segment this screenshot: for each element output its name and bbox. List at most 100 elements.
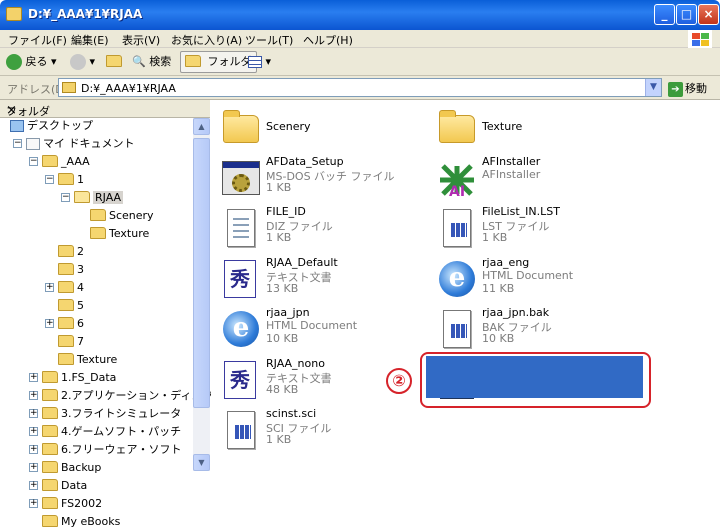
folder-icon: [42, 515, 58, 527]
up-folder-button[interactable]: [106, 51, 125, 73]
tree-item[interactable]: − マイ ドキュメント: [13, 135, 135, 153]
file-item[interactable]: 秀 RJAA_nono テキスト文書 48 KB: [213, 355, 413, 405]
folder-icon: [6, 7, 22, 21]
collapse-icon[interactable]: −: [29, 157, 38, 166]
folder-icon: [90, 209, 106, 221]
tree-item[interactable]: +4: [45, 279, 84, 297]
tree-item[interactable]: 7: [58, 333, 84, 351]
file-type: AFInstaller: [482, 167, 541, 181]
tree-item[interactable]: My eBooks: [42, 513, 120, 531]
expand-icon[interactable]: +: [29, 427, 38, 436]
folders-button[interactable]: フォルダ: [180, 51, 257, 73]
tree-item[interactable]: +6.フリーウェア・ソフト: [29, 441, 182, 459]
tree-item[interactable]: +1.FS_Data: [29, 369, 116, 387]
tree-item[interactable]: +2.アプリケーション・ディスク: [29, 387, 214, 405]
text-icon: 秀: [221, 360, 261, 400]
folder-icon: [221, 107, 261, 147]
file-item[interactable]: AI AFInstaller AFInstaller: [429, 153, 629, 203]
title-bar[interactable]: D:¥_AAA¥1¥RJAA _ □ ×: [0, 0, 720, 30]
go-arrow-icon: ➔: [668, 81, 683, 97]
file-item[interactable]: Scenery: [213, 102, 413, 152]
scroll-down-button[interactable]: ▼: [193, 454, 210, 471]
folder-icon: [58, 263, 74, 275]
file-name: Scenery: [266, 120, 311, 133]
minimize-button[interactable]: _: [654, 4, 675, 25]
tree-item[interactable]: − _AAA: [29, 153, 90, 171]
scroll-up-button[interactable]: ▲: [193, 118, 210, 135]
tree-item[interactable]: + FS2002: [29, 495, 103, 513]
collapse-icon[interactable]: −: [45, 175, 54, 184]
file-name: Texture: [482, 120, 523, 133]
back-button[interactable]: 戻る ▾: [6, 51, 57, 73]
tree-item[interactable]: Scenery: [90, 207, 154, 225]
expand-icon[interactable]: +: [29, 373, 38, 382]
close-button[interactable]: ×: [698, 4, 719, 25]
address-input[interactable]: D:¥_AAA¥1¥RJAA ▼: [58, 78, 662, 97]
tree-item[interactable]: +6: [45, 315, 84, 333]
close-pane-button[interactable]: ×: [6, 103, 204, 118]
file-icon: [221, 410, 261, 450]
tree-item-label: 4.ゲームソフト・パッチ: [61, 425, 182, 438]
tree-item-label: マイ ドキュメント: [43, 137, 135, 150]
file-item[interactable]: Texture: [429, 102, 629, 152]
file-size: 48 KB: [266, 382, 299, 396]
expand-icon[interactable]: +: [45, 319, 54, 328]
menu-favorites[interactable]: お気に入り(A): [171, 32, 242, 48]
tree-item[interactable]: 3: [58, 261, 84, 279]
tree-item-label: FS2002: [61, 497, 103, 510]
file-item[interactable]: FileList_IN.LST LST ファイル 1 KB: [429, 203, 629, 253]
tree-item[interactable]: +4.ゲームソフト・パッチ: [29, 423, 182, 441]
expand-icon[interactable]: +: [29, 481, 38, 490]
views-button[interactable]: ▾: [248, 51, 271, 73]
expand-icon[interactable]: +: [29, 445, 38, 454]
file-icon: [437, 309, 477, 349]
expand-icon[interactable]: +: [45, 283, 54, 292]
expand-icon[interactable]: +: [29, 391, 38, 400]
folder-tree-scrollbar[interactable]: ▲ ▼: [193, 118, 210, 471]
file-item[interactable]: e rjaa_eng HTML Document 11 KB: [429, 254, 629, 304]
folder-icon: [42, 155, 58, 167]
tree-item[interactable]: Texture: [58, 351, 117, 369]
file-item[interactable]: e rjaa_jpn HTML Document 10 KB: [213, 304, 413, 354]
menu-edit[interactable]: 編集(E): [71, 32, 109, 48]
go-button[interactable]: ➔ 移動: [668, 80, 707, 97]
file-item[interactable]: AFData_Setup MS-DOS バッチ ファイル 1 KB: [213, 153, 413, 203]
scroll-thumb[interactable]: [193, 138, 210, 408]
tree-item[interactable]: + Backup: [29, 459, 101, 477]
file-item[interactable]: scinst.sci SCI ファイル 1 KB: [213, 405, 413, 455]
file-item[interactable]: FILE_ID DIZ ファイル 1 KB: [213, 203, 413, 253]
tree-item[interactable]: 2: [58, 243, 84, 261]
tree-item[interactable]: − RJAA: [61, 189, 124, 207]
collapse-icon[interactable]: −: [13, 139, 22, 148]
svg-text:AI: AI: [449, 184, 465, 198]
tree-item[interactable]: +3.フライトシミュレータ: [29, 405, 181, 423]
tree-item[interactable]: 5: [58, 297, 84, 315]
desktop-icon: [10, 120, 24, 132]
menu-help[interactable]: ヘルプ(H): [303, 32, 353, 48]
folder-icon: [58, 245, 74, 257]
address-dropdown-button[interactable]: ▼: [645, 79, 661, 96]
menu-bar: ファイル(F) 編集(E) 表示(V) お気に入り(A) ツール(T) ヘルプ(…: [0, 30, 720, 48]
folder-icon: [42, 407, 58, 419]
tree-item-label: Scenery: [109, 209, 154, 222]
tree-item-label: Data: [61, 479, 88, 492]
maximize-button[interactable]: □: [676, 4, 697, 25]
tree-item[interactable]: + Data: [29, 477, 88, 495]
tree-item[interactable]: Texture: [90, 225, 149, 243]
search-button[interactable]: 🔍 検索: [132, 51, 171, 73]
menu-file[interactable]: ファイル(F): [8, 32, 67, 48]
collapse-icon[interactable]: −: [61, 193, 70, 202]
tree-item-label: 3: [77, 263, 84, 276]
expand-icon[interactable]: +: [29, 409, 38, 418]
file-item[interactable]: 秀 RJAA_Default テキスト文書 13 KB: [213, 254, 413, 304]
tree-item[interactable]: デスクトップ: [10, 117, 93, 135]
expand-icon[interactable]: +: [29, 499, 38, 508]
file-icon: [437, 208, 477, 248]
file-item[interactable]: rjaa_jpn.bak BAK ファイル 10 KB: [429, 304, 629, 354]
afinstaller-icon: AI: [437, 158, 477, 198]
file-type: HTML Document: [482, 268, 574, 282]
menu-view[interactable]: 表示(V): [122, 32, 160, 48]
menu-tools[interactable]: ツール(T): [245, 32, 293, 48]
forward-button[interactable]: ▾: [70, 51, 95, 73]
tree-item[interactable]: −1: [45, 171, 84, 189]
